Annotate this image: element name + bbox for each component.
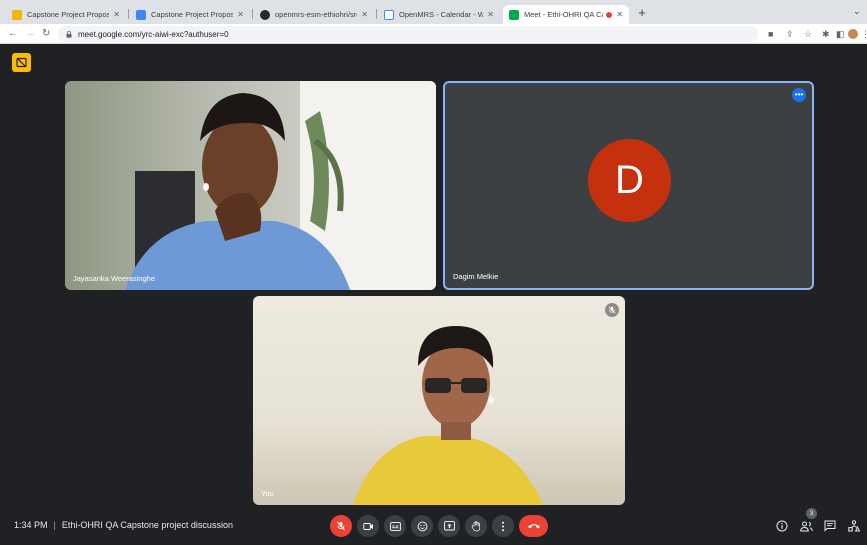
tab-divider	[128, 9, 129, 19]
pip-icon[interactable]	[12, 53, 31, 72]
close-icon[interactable]: ✕	[113, 10, 120, 19]
mic-off-icon	[337, 521, 345, 531]
tab-label: OpenMRS - Calendar - Week o	[399, 10, 484, 19]
captions-button[interactable]	[384, 515, 406, 537]
hang-up-icon	[527, 524, 540, 529]
participant-video	[125, 81, 436, 290]
kebab-menu-icon	[502, 521, 504, 531]
people-icon[interactable]	[799, 519, 813, 533]
reload-icon[interactable]: ↻	[42, 28, 50, 40]
avatar-initial: D	[615, 158, 644, 202]
browser-tab-1[interactable]: Capstone Project Proposal - G ✕	[6, 5, 126, 24]
extensions-icon[interactable]: ✱	[822, 28, 830, 40]
participant-name: Jayasanka Weerasinghe	[73, 274, 155, 283]
browser-tab-strip: Capstone Project Proposal - G ✕ Capstone…	[0, 0, 867, 24]
closed-captions-icon	[389, 521, 401, 531]
tab-search-icon[interactable]: ⌄	[853, 6, 861, 17]
participant-avatar: D	[588, 139, 671, 222]
camera-toggle-button[interactable]	[357, 515, 379, 537]
participant-tile[interactable]: Jayasanka Weerasinghe	[65, 81, 436, 290]
more-options-button[interactable]	[492, 515, 514, 537]
close-icon[interactable]: ✕	[361, 10, 368, 19]
meeting-details-icon[interactable]	[775, 519, 789, 533]
mic-toggle-button[interactable]	[330, 515, 352, 537]
recording-dot-icon	[606, 11, 613, 18]
leave-call-button[interactable]	[519, 515, 548, 537]
calendar-icon	[384, 9, 394, 20]
meeting-info: 1:34 PM | Ethi-OHRI QA Capstone project di…	[14, 520, 233, 530]
reactions-button[interactable]	[411, 515, 433, 537]
profile-avatar[interactable]	[848, 29, 858, 39]
emoji-icon	[417, 521, 427, 531]
meet-icon	[509, 9, 519, 20]
raise-hand-icon	[471, 520, 480, 531]
browser-tab-5[interactable]: Meet - Ethi-OHRI QA Capst ✕	[503, 5, 629, 24]
address-bar[interactable]: meet.google.com/yrc-aiwi-exc?authuser=0	[58, 26, 758, 42]
present-screen-icon	[443, 521, 455, 531]
docs-icon	[136, 9, 146, 20]
browser-toolbar: ← → ↻ meet.google.com/yrc-aiwi-exc?authu…	[0, 24, 867, 44]
raise-hand-button[interactable]	[465, 515, 487, 537]
chat-icon[interactable]	[823, 519, 837, 533]
participant-count-badge: 3	[806, 508, 817, 519]
close-icon[interactable]: ✕	[237, 10, 244, 19]
more-options-icon[interactable]: •••	[792, 88, 806, 102]
meeting-time: 1:34 PM	[14, 520, 48, 530]
present-screen-button[interactable]	[438, 515, 460, 537]
mic-off-indicator	[605, 303, 619, 317]
meeting-title: Ethi-OHRI QA Capstone project discussion	[61, 520, 233, 530]
forward-icon[interactable]: →	[25, 28, 35, 40]
browser-tab-2[interactable]: Capstone Project Proposal - G ✕	[130, 5, 250, 24]
tab-label: Capstone Project Proposal - G	[27, 10, 110, 19]
self-view-tile[interactable]: You	[253, 296, 625, 505]
video-camera-icon	[362, 522, 373, 530]
picture-in-picture-icon	[16, 57, 27, 68]
kebab-menu-icon[interactable]: ⋮	[861, 28, 867, 40]
tab-label: openmrs-esm-ethiohri/src at	[275, 10, 358, 19]
side-panel-icon[interactable]: ◧	[836, 28, 845, 40]
self-video	[353, 326, 543, 505]
lock-icon	[66, 30, 72, 38]
share-icon[interactable]: ⇪	[786, 28, 794, 40]
meeting-info-separator: |	[53, 520, 56, 530]
tab-label: Meet - Ethi-OHRI QA Capst	[524, 10, 603, 19]
meeting-controls-bar: 1:34 PM | Ethi-OHRI QA Capstone project di…	[0, 510, 867, 545]
bookmark-star-icon[interactable]: ☆	[804, 28, 812, 40]
participant-name: Dagim Melkie	[453, 272, 499, 281]
browser-tab-4[interactable]: OpenMRS - Calendar - Week o ✕	[378, 5, 500, 24]
mic-off-icon	[608, 306, 616, 314]
camera-indicator-icon[interactable]: ■	[768, 28, 773, 40]
slides-icon	[12, 9, 22, 20]
tab-label: Capstone Project Proposal - G	[151, 10, 234, 19]
browser-tab-3[interactable]: openmrs-esm-ethiohri/src at ✕	[254, 5, 374, 24]
url-text: meet.google.com/yrc-aiwi-exc?authuser=0	[78, 29, 229, 39]
github-icon	[260, 9, 270, 20]
tab-divider	[252, 9, 253, 19]
participant-tile-active[interactable]: D ••• Dagim Melkie	[443, 81, 814, 290]
close-icon[interactable]: ✕	[616, 10, 623, 19]
activities-icon[interactable]	[847, 519, 861, 533]
close-icon[interactable]: ✕	[487, 10, 494, 19]
new-tab-button[interactable]: +	[634, 5, 650, 21]
participant-name: You	[261, 489, 274, 498]
tab-divider	[376, 9, 377, 19]
back-icon[interactable]: ←	[8, 28, 18, 40]
